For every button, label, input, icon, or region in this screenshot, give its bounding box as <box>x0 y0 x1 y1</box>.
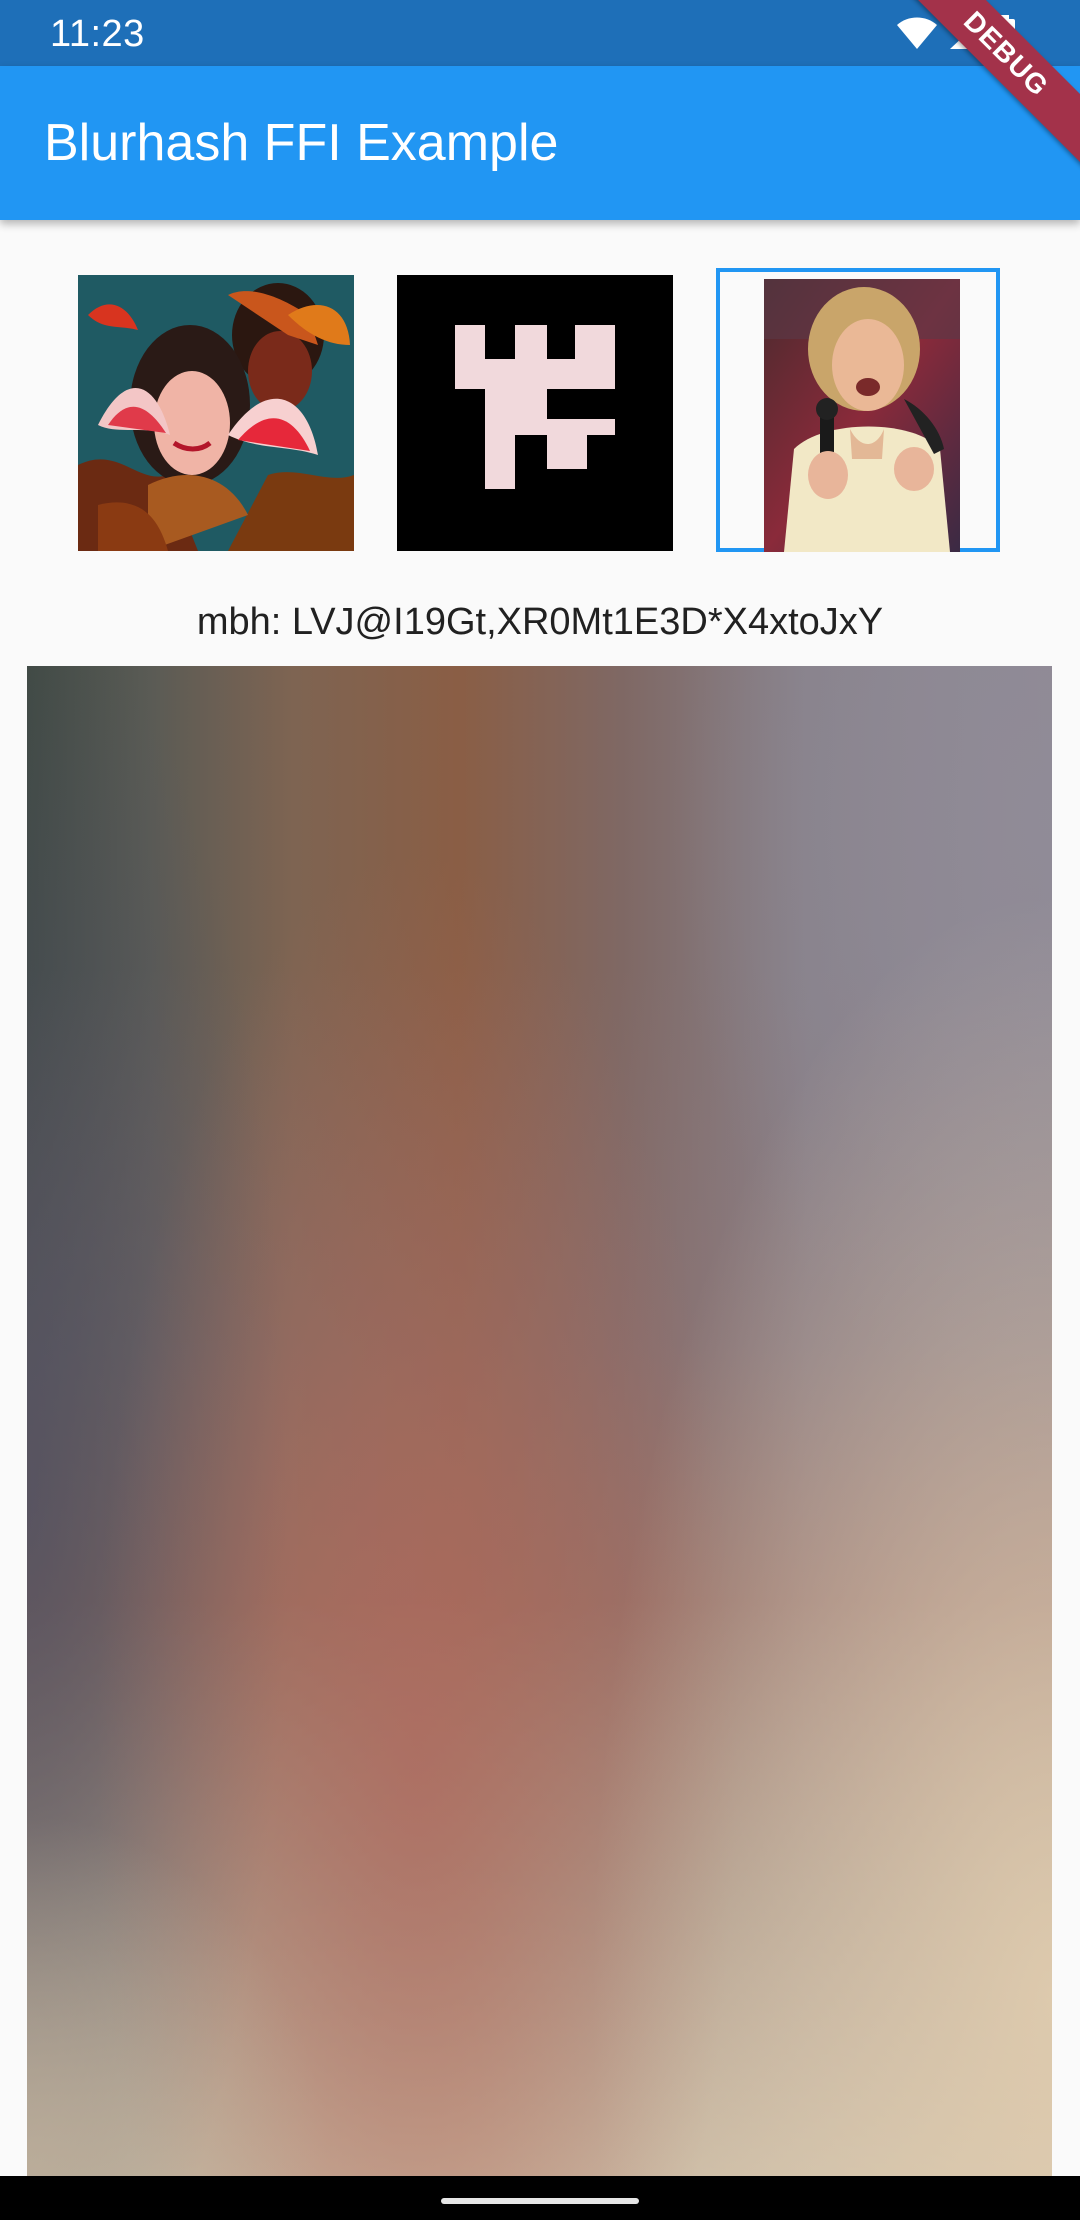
thumbnail-illustration[interactable] <box>78 275 354 551</box>
status-time: 11:23 <box>50 13 145 55</box>
navigation-bar <box>0 2176 1080 2220</box>
thumbnail-pixel-pattern[interactable] <box>397 275 673 551</box>
app-bar: Blurhash FFI Example <box>0 66 1080 220</box>
pixel-pattern-image <box>397 275 673 551</box>
thumbnail-photo-selected[interactable] <box>716 268 1000 552</box>
blurhash-label: mbh: LVJ@I19Gt,XR0Mt1E3D*X4xtoJxY <box>196 601 884 643</box>
thumbnail-photo <box>764 279 960 552</box>
wifi-icon <box>896 17 938 51</box>
blurhash-preview <box>27 666 1052 2176</box>
home-indicator[interactable] <box>441 2198 639 2204</box>
app-screen: 11:23 Blurhash FFI Example DEBUG mbh: LV… <box>0 0 1080 2220</box>
status-bar: 11:23 <box>0 0 1080 66</box>
app-title: Blurhash FFI Example <box>44 114 559 172</box>
illustrated-portrait-image <box>78 275 354 551</box>
photo-portrait-image <box>764 279 960 552</box>
image-selector-row <box>0 268 1080 556</box>
